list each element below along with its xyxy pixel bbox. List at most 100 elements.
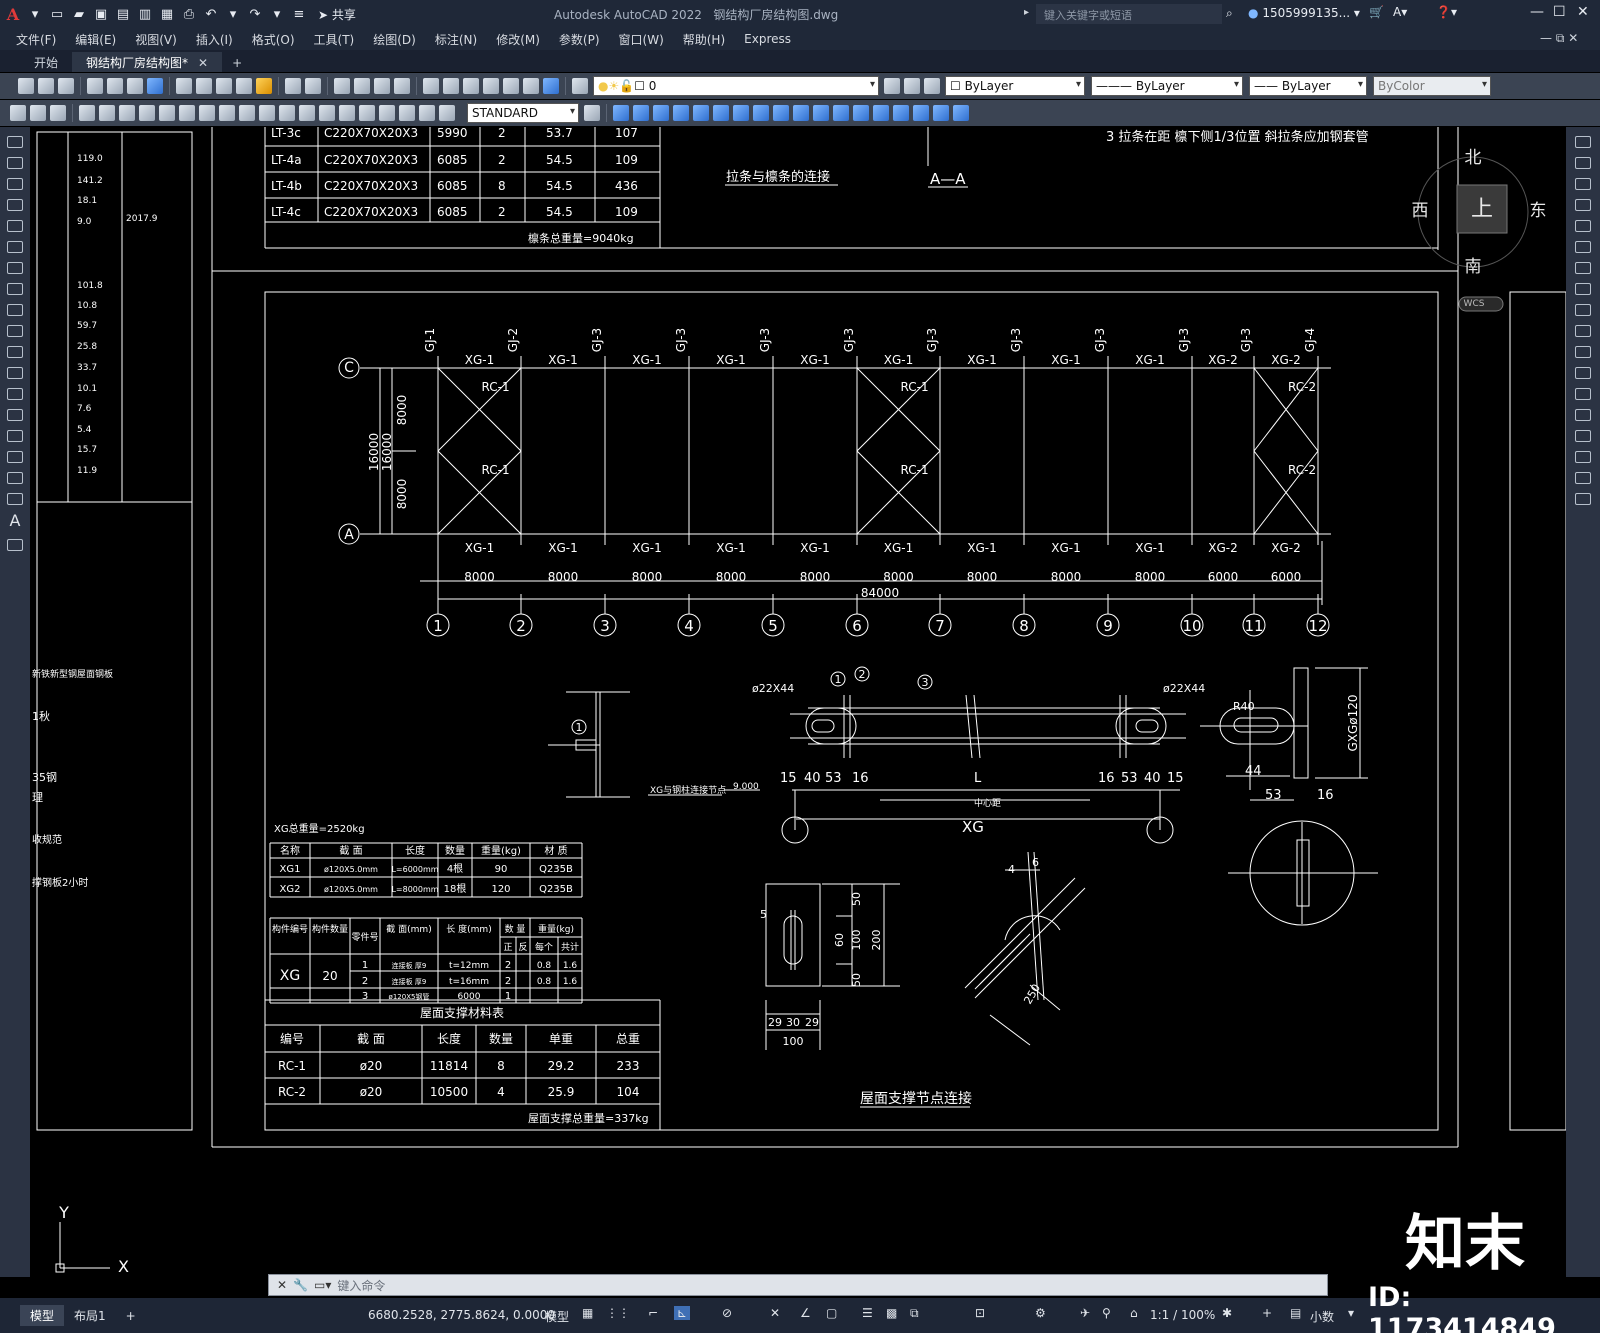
tab-start[interactable]: 开始: [20, 52, 72, 72]
command-input[interactable]: 键入命令: [337, 1277, 385, 1294]
move-icon[interactable]: [1575, 241, 1591, 253]
dim-oblique-icon[interactable]: [50, 105, 66, 121]
angle-icon[interactable]: ∠: [800, 1306, 811, 1320]
quick-properties-icon[interactable]: ▾: [1348, 1306, 1354, 1320]
settings-icon[interactable]: ✱: [1222, 1306, 1232, 1320]
imprint-icon[interactable]: [833, 105, 849, 121]
save-icon[interactable]: [58, 78, 74, 94]
jogged-icon[interactable]: [179, 105, 195, 121]
rotate-icon[interactable]: [1575, 262, 1591, 274]
chamfer-icon[interactable]: [1575, 430, 1591, 442]
plotstyle-combo[interactable]: ByColor: [1373, 76, 1491, 96]
customize-qat-icon[interactable]: ≡: [290, 5, 308, 23]
command-line[interactable]: ✕ 🔧 ▭▾ 键入命令: [268, 1274, 1328, 1296]
separate-icon[interactable]: [873, 105, 889, 121]
units-icon[interactable]: ▤: [1290, 1306, 1301, 1320]
tab-drawing[interactable]: 钢结构厂房结构图* ✕: [72, 52, 223, 72]
cart-icon[interactable]: 🛒: [1369, 5, 1384, 19]
customize-icon[interactable]: 🔧: [293, 1278, 308, 1292]
ordinate-icon[interactable]: [139, 105, 155, 121]
union-icon[interactable]: [613, 105, 629, 121]
undo-icon[interactable]: [285, 78, 301, 94]
dim-text-edit-icon[interactable]: [439, 105, 455, 121]
polygon-icon[interactable]: [7, 199, 23, 211]
ellipse-arc-icon[interactable]: [7, 346, 23, 358]
point-icon[interactable]: [7, 409, 23, 421]
web-save-icon[interactable]: ▥: [136, 5, 154, 23]
menu-edit[interactable]: 编辑(E): [75, 31, 116, 48]
fillet-icon[interactable]: [1575, 451, 1591, 463]
add-layout-button[interactable]: +: [116, 1307, 146, 1325]
polyline-icon[interactable]: [7, 178, 23, 190]
close-icon[interactable]: ✕: [1577, 4, 1589, 20]
zoom-previous-icon[interactable]: [394, 78, 410, 94]
viewcube-top[interactable]: 上: [1471, 197, 1493, 222]
shell-icon[interactable]: [893, 105, 909, 121]
linear-dim-icon[interactable]: [79, 105, 95, 121]
3d-dwf-icon[interactable]: [147, 78, 163, 94]
block-editor-icon[interactable]: [256, 78, 272, 94]
connect-icon[interactable]: A▾: [1393, 5, 1407, 19]
menu-format[interactable]: 格式(O): [252, 31, 295, 48]
units-value[interactable]: 小数: [1310, 1308, 1334, 1325]
osnap-tracking-icon[interactable]: ⊘: [722, 1306, 732, 1320]
open-icon[interactable]: [38, 78, 54, 94]
minimize-icon[interactable]: —: [1530, 4, 1544, 20]
search-input[interactable]: 键入关键字或短语: [1036, 4, 1222, 24]
extend-icon[interactable]: [1575, 346, 1591, 358]
dim-override-icon[interactable]: [584, 105, 600, 121]
extrude-face-icon[interactable]: [673, 105, 689, 121]
zoom-realtime-icon[interactable]: [354, 78, 370, 94]
menu-draw[interactable]: 绘图(D): [373, 31, 416, 48]
drawing-canvas[interactable]: LT-3c C220X70X20X3 5990 2 53.7 107 LT-4a…: [30, 127, 1566, 1277]
dim-space-icon[interactable]: [299, 105, 315, 121]
help-icon[interactable]: ❓▾: [1436, 5, 1457, 19]
help-icon[interactable]: [543, 78, 559, 94]
workspace-icon[interactable]: ⚙: [1035, 1306, 1046, 1320]
viewcube-east[interactable]: 东: [1530, 201, 1547, 221]
intersect-icon[interactable]: [653, 105, 669, 121]
save-icon[interactable]: ▣: [92, 5, 110, 23]
undo-dropdown-icon[interactable]: ▾: [224, 5, 242, 23]
properties-icon[interactable]: [423, 78, 439, 94]
print-icon[interactable]: ⎙: [180, 5, 198, 23]
add-selected-icon[interactable]: [7, 539, 23, 551]
mtext-icon[interactable]: A: [0, 511, 30, 530]
dim-edit-icon[interactable]: [419, 105, 435, 121]
explode-icon[interactable]: [1575, 493, 1591, 505]
design-center-icon[interactable]: [443, 78, 459, 94]
qnew-icon[interactable]: [18, 78, 34, 94]
selection-cycling-icon[interactable]: ⧉: [910, 1306, 919, 1321]
color-combo[interactable]: ☐ ByLayer: [945, 76, 1085, 96]
user-account[interactable]: ● 1505999135... ▾: [1248, 6, 1360, 20]
pan-icon[interactable]: [334, 78, 350, 94]
extrude-icon[interactable]: [933, 105, 949, 121]
lineweight-combo[interactable]: —— ByLayer: [1249, 76, 1367, 96]
menu-dimension[interactable]: 标注(N): [435, 31, 477, 48]
insert-block-icon[interactable]: [7, 367, 23, 379]
linetype-combo[interactable]: ——— ByLayer: [1091, 76, 1243, 96]
annotation-scale[interactable]: 1:1 / 100%: [1150, 1308, 1215, 1322]
plus-icon[interactable]: +: [1262, 1306, 1272, 1320]
delete-face-icon[interactable]: [733, 105, 749, 121]
baseline-icon[interactable]: [259, 105, 275, 121]
publish-icon[interactable]: [127, 78, 143, 94]
offset-face-icon[interactable]: [713, 105, 729, 121]
search-expand-icon[interactable]: ▸: [1024, 7, 1029, 18]
viewcube-south[interactable]: 南: [1465, 257, 1482, 277]
autocad-logo-icon[interactable]: A: [4, 5, 22, 24]
tolerance-icon[interactable]: [339, 105, 355, 121]
diameter-icon[interactable]: [199, 105, 215, 121]
erase-icon[interactable]: [1575, 136, 1591, 148]
center-mark-icon[interactable]: [359, 105, 375, 121]
publish-icon[interactable]: ▦: [158, 5, 176, 23]
layer-combo[interactable]: ●☀🔓☐ 0: [593, 76, 879, 96]
break-at-point-icon[interactable]: [1575, 367, 1591, 379]
transparency-icon[interactable]: ▩: [886, 1306, 897, 1320]
copy-face-icon[interactable]: [793, 105, 809, 121]
break-icon[interactable]: [1575, 388, 1591, 400]
stretch-icon[interactable]: [1575, 304, 1591, 316]
layer-properties-icon[interactable]: [572, 78, 588, 94]
make-block-icon[interactable]: [7, 388, 23, 400]
coordinates[interactable]: 6680.2528, 2775.8624, 0.0000: [368, 1308, 555, 1322]
